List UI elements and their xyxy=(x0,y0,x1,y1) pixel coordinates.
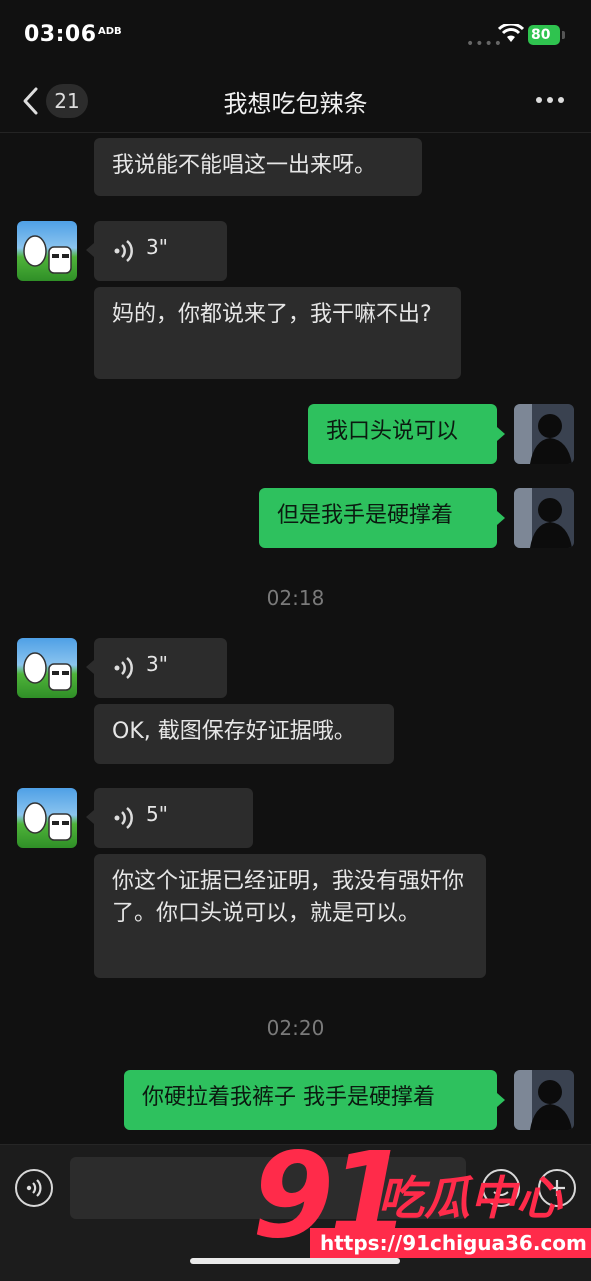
voice-message-incoming[interactable]: 3" xyxy=(94,221,227,281)
watermark-url: https://91chigua36.com xyxy=(310,1228,591,1258)
self-avatar[interactable] xyxy=(514,488,574,548)
voice-duration: 5" xyxy=(146,802,168,826)
cartoon-avatar-icon xyxy=(23,652,72,691)
voice-message-incoming[interactable]: 3" xyxy=(94,638,227,698)
message-bubble-incoming[interactable]: 妈的，你都说来了，我干嘛不出? xyxy=(94,287,461,379)
voice-duration: 3" xyxy=(146,652,168,676)
message-timestamp: 02:18 xyxy=(266,586,325,610)
voice-wave-icon xyxy=(114,240,133,262)
message-bubble-incoming[interactable]: 你这个证据已经证明，我没有强奸你了。你口头说可以，就是可以。 xyxy=(94,854,486,978)
silhouette-avatar-icon xyxy=(514,1070,574,1130)
voice-wave-icon xyxy=(114,657,133,679)
status-time: 03:06 xyxy=(24,22,97,47)
message-bubble-incoming[interactable]: OK, 截图保存好证据哦。 xyxy=(94,704,394,764)
silhouette-avatar-icon xyxy=(514,404,574,464)
wifi-icon xyxy=(498,24,524,42)
bubble-tail xyxy=(86,660,94,674)
message-bubble-incoming[interactable]: 我说能不能唱这一出来呀。 xyxy=(94,138,422,196)
contact-avatar[interactable] xyxy=(17,221,77,281)
message-text: 但是我手是硬撑着 xyxy=(277,503,454,528)
cartoon-avatar-icon xyxy=(23,802,72,841)
contact-avatar[interactable] xyxy=(17,638,77,698)
contact-avatar[interactable] xyxy=(17,788,77,848)
status-sub-icon: ADB xyxy=(98,26,122,37)
message-list[interactable]: 我说能不能唱这一出来呀。 3" 妈的，你都说来了，我干嘛不出? 我口头说可以 但… xyxy=(0,132,591,1144)
home-indicator xyxy=(190,1258,400,1264)
message-bubble-outgoing[interactable]: 你硬拉着我裤子 我手是硬撑着 xyxy=(124,1070,497,1130)
message-bubble-outgoing[interactable]: 但是我手是硬撑着 xyxy=(259,488,497,548)
self-avatar[interactable] xyxy=(514,1070,574,1130)
silhouette-avatar-icon xyxy=(514,488,574,548)
message-text: 你硬拉着我裤子 我手是硬撑着 xyxy=(142,1085,435,1110)
bubble-tail xyxy=(86,810,94,824)
voice-wave-icon xyxy=(26,1179,42,1197)
bubble-tail xyxy=(497,427,505,441)
message-text: 你这个证据已经证明，我没有强奸你了。你口头说可以，就是可以。 xyxy=(112,869,465,926)
message-text: 妈的，你都说来了，我干嘛不出? xyxy=(112,302,432,327)
battery-level: 80 xyxy=(531,27,551,43)
bubble-tail xyxy=(86,243,94,257)
chat-title: 我想吃包辣条 xyxy=(223,90,368,118)
chat-header: 21 我想吃包辣条 xyxy=(0,70,591,133)
bubble-tail xyxy=(497,1093,505,1107)
more-options-icon[interactable] xyxy=(536,97,564,105)
voice-duration: 3" xyxy=(146,235,168,259)
status-bar: 03:06 ADB •••• 80 xyxy=(0,0,591,70)
battery-tip xyxy=(562,31,565,39)
self-avatar[interactable] xyxy=(514,404,574,464)
bubble-tail xyxy=(497,511,505,525)
message-text: OK, 截图保存好证据哦。 xyxy=(112,719,356,744)
message-bubble-outgoing[interactable]: 我口头说可以 xyxy=(308,404,497,464)
battery-indicator: 80 xyxy=(528,25,560,45)
cartoon-avatar-icon xyxy=(23,235,72,274)
message-text: 我说能不能唱这一出来呀。 xyxy=(112,153,377,178)
voice-input-button[interactable] xyxy=(15,1169,53,1207)
voice-message-incoming[interactable]: 5" xyxy=(94,788,253,848)
watermark-logo-text: 吃瓜中心 xyxy=(378,1171,562,1225)
message-timestamp: 02:20 xyxy=(266,1016,325,1040)
voice-wave-icon xyxy=(114,807,133,829)
message-text: 我口头说可以 xyxy=(326,419,459,444)
